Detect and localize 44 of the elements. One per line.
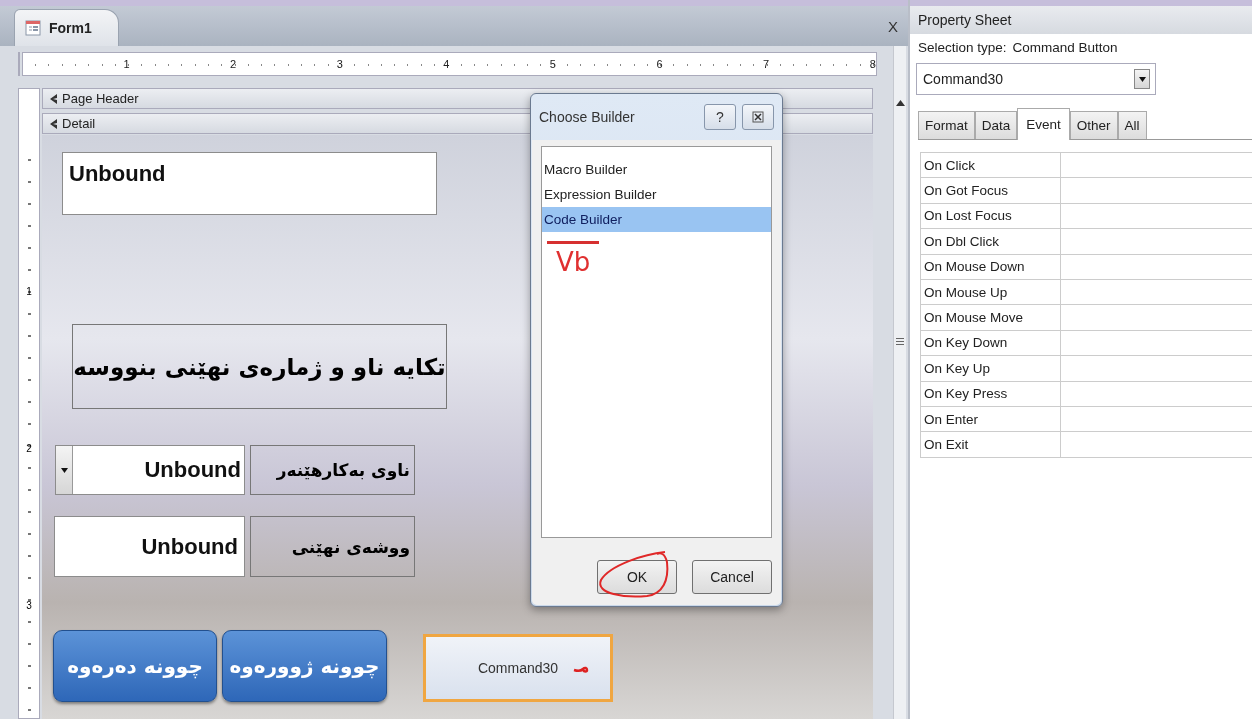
ok-button[interactable]: OK — [597, 560, 677, 594]
property-tab[interactable]: Other — [1069, 111, 1118, 139]
list-item[interactable]: Expression Builder — [542, 182, 771, 207]
property-tab[interactable]: Data — [974, 111, 1018, 139]
form-label: ناوی بەکارهێنەر — [250, 445, 415, 495]
selection-type-label: Selection type: — [918, 40, 1007, 55]
property-tab[interactable]: Event — [1017, 108, 1070, 140]
dropdown-arrow-icon[interactable] — [60, 467, 68, 473]
section-marker-icon — [49, 118, 58, 129]
ink-mark-icon — [573, 664, 589, 676]
form-label: ووشەی نهێنی — [250, 516, 415, 577]
text-box[interactable]: Unbound — [62, 152, 437, 215]
close-button[interactable]: X — [886, 17, 900, 35]
property-tab[interactable]: All — [1117, 111, 1147, 139]
command-button[interactable]: Command30 — [423, 634, 613, 702]
combo-box[interactable]: Unbound — [55, 445, 245, 495]
dropdown-arrow-icon[interactable] — [1138, 76, 1146, 82]
list-item[interactable]: Macro Builder — [542, 157, 771, 182]
section-label: Detail — [62, 116, 96, 131]
handwritten-note: Vb — [556, 249, 591, 275]
document-tab[interactable]: Form1 — [14, 9, 119, 46]
form-icon — [25, 20, 41, 36]
builder-list[interactable]: Macro Builder Expression Builder Code Builder Vb — [541, 146, 772, 538]
object-dropdown[interactable]: Command30 — [916, 63, 1156, 95]
cancel-button[interactable]: Cancel — [692, 560, 772, 594]
section-marker-icon — [49, 93, 58, 104]
vertical-ruler: 1 2 3 — [18, 88, 40, 719]
text-box[interactable]: Unbound — [54, 516, 245, 577]
selection-type-value: Command Button — [1012, 40, 1118, 55]
scroll-up-arrow-icon[interactable] — [895, 100, 905, 106]
property-tab[interactable]: Format — [918, 111, 975, 139]
splitter-grip-icon[interactable] — [896, 338, 904, 345]
close-icon — [752, 111, 764, 123]
list-item[interactable]: Code Builder — [542, 207, 771, 232]
form-button[interactable]: چوونە ژوورەوە — [222, 630, 387, 702]
underline-stroke — [547, 241, 599, 244]
panel-title: Property Sheet — [910, 6, 1252, 34]
section-label: Page Header — [62, 91, 139, 106]
help-button[interactable]: ? — [704, 104, 736, 130]
horizontal-ruler: 1 2 3 4 5 6 7 8 — [22, 52, 877, 76]
vertical-scrollbar[interactable] — [893, 46, 906, 719]
form-button[interactable]: چوونە دەرەوە — [53, 630, 217, 702]
form-label: تکایە ناو و ژمارەی نهێنی بنووسە — [72, 324, 447, 409]
close-button[interactable] — [742, 104, 774, 130]
